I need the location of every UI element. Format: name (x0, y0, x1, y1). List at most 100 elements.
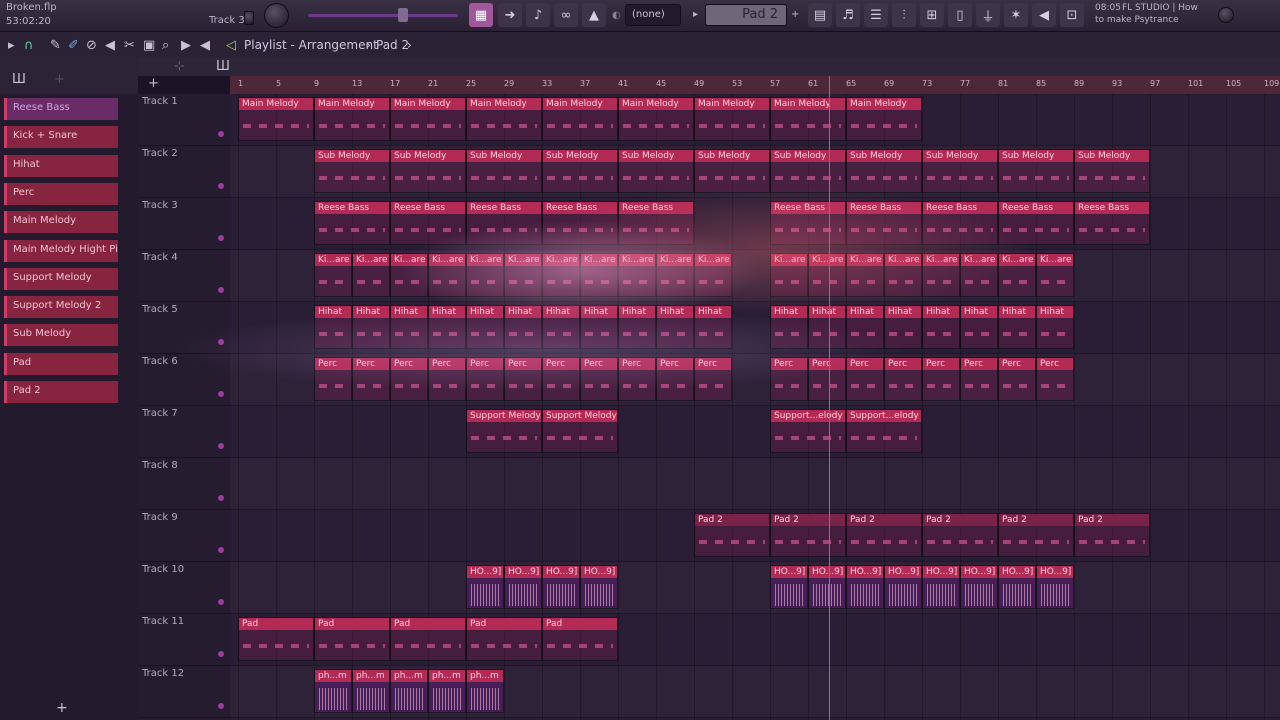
pattern-clip[interactable]: Sub Melody (998, 149, 1074, 193)
pattern-clip[interactable]: Perc (998, 357, 1036, 401)
pattern-clip[interactable]: Ki...are (770, 253, 808, 297)
pattern-clip[interactable]: Main Melody (314, 97, 390, 141)
pattern-clip[interactable]: HO...9] (580, 565, 618, 609)
pattern-clip[interactable]: Main Melody (390, 97, 466, 141)
timeline-ruler[interactable]: 1 5 9 13 17 21 25 29 33 37 41 45 49 53 57 61 65 69 73 77 81 8… (230, 76, 1280, 94)
add-icon[interactable]: + (56, 700, 68, 716)
pattern-clip[interactable]: Sub Melody (922, 149, 998, 193)
track-lane[interactable] (230, 406, 1280, 458)
pattern-clip[interactable]: Hihat (694, 305, 732, 349)
track-enable-led[interactable] (218, 599, 224, 605)
pattern-clip[interactable]: HO...9] (960, 565, 998, 609)
pattern-clip[interactable]: Perc (1036, 357, 1074, 401)
pattern-clip[interactable]: Ki...are (884, 253, 922, 297)
pattern-clip[interactable]: Pad 2 (694, 513, 770, 557)
pattern-clip[interactable]: Perc (466, 357, 504, 401)
track-header[interactable]: Track 9 (138, 510, 230, 562)
slice-icon[interactable]: ✂ (124, 38, 135, 53)
slide-tool-icon[interactable]: ♪ (526, 3, 550, 27)
track-header[interactable]: Track 10 (138, 562, 230, 614)
news-line-2[interactable]: to make Psytrance (1095, 15, 1179, 25)
step-edit-icon[interactable]: ➜ (498, 3, 522, 27)
pattern-clip[interactable]: Hihat (1036, 305, 1074, 349)
undo-icon[interactable]: ◐ (612, 10, 621, 21)
pattern-clip[interactable]: Hihat (960, 305, 998, 349)
plugin-icon[interactable]: ⏚ (976, 3, 1000, 27)
track-header[interactable]: Track 7 (138, 406, 230, 458)
browser-icon[interactable]: ⊞ (920, 3, 944, 27)
brush-icon[interactable]: ✐ (68, 38, 79, 53)
track-header[interactable]: Track 12 (138, 666, 230, 718)
pattern-clip[interactable]: Hihat (846, 305, 884, 349)
pattern-clip[interactable]: Main Melody (618, 97, 694, 141)
pattern-clip[interactable]: Pad 2 (922, 513, 998, 557)
track-enable-led[interactable] (218, 703, 224, 709)
pattern-clip[interactable]: Perc (694, 357, 732, 401)
pattern-clip[interactable]: Hihat (770, 305, 808, 349)
master-volume-knob[interactable] (264, 3, 289, 28)
pattern-clip[interactable]: Hihat (808, 305, 846, 349)
pattern-item[interactable]: Perc (4, 182, 118, 205)
pattern-clip[interactable]: Reese Bass (998, 201, 1074, 245)
track-header[interactable]: Track 2 (138, 146, 230, 198)
pattern-clip[interactable]: Main Melody (694, 97, 770, 141)
pattern-clip[interactable]: Pad (390, 617, 466, 661)
track-enable-led[interactable] (218, 131, 224, 137)
pattern-item[interactable]: Pad (4, 352, 118, 375)
add-track-icon[interactable]: + (148, 76, 159, 91)
pattern-clip[interactable]: HO...9] (504, 565, 542, 609)
pattern-clip[interactable]: Reese Bass (390, 201, 466, 245)
cart-icon[interactable]: ⊡ (1060, 3, 1084, 27)
typing-keyboard-icon[interactable]: ▦ (469, 3, 493, 27)
pattern-clip[interactable]: Pad (314, 617, 390, 661)
pattern-item[interactable]: Hihat (4, 154, 118, 177)
pattern-clip[interactable]: Hihat (504, 305, 542, 349)
wizard-icon[interactable]: ✶ (1004, 3, 1028, 27)
track-enable-led[interactable] (218, 443, 224, 449)
pattern-clip[interactable]: Main Melody (466, 97, 542, 141)
pattern-clip[interactable]: Hihat (466, 305, 504, 349)
pattern-clip[interactable]: Ki...are (428, 253, 466, 297)
speaker-icon[interactable]: ◀ (200, 38, 210, 53)
pattern-clip[interactable]: Pad (542, 617, 618, 661)
pattern-clip[interactable]: Hihat (922, 305, 960, 349)
pattern-clip[interactable]: HO...9] (846, 565, 884, 609)
pattern-clip[interactable]: Sub Melody (1074, 149, 1150, 193)
pattern-clip[interactable]: Ki...are (960, 253, 998, 297)
pattern-clip[interactable]: Ki...are (466, 253, 504, 297)
mixer-icon[interactable]: ⫶ (892, 3, 916, 27)
pattern-clip[interactable]: Perc (656, 357, 694, 401)
pattern-clip[interactable]: Hihat (428, 305, 466, 349)
track-lane[interactable] (230, 562, 1280, 614)
pattern-clip[interactable]: Sub Melody (846, 149, 922, 193)
pattern-clip[interactable]: Hihat (998, 305, 1036, 349)
pattern-clip[interactable]: Hihat (314, 305, 352, 349)
pattern-clip[interactable]: HO...9] (884, 565, 922, 609)
pattern-clip[interactable]: ph...m (466, 669, 504, 713)
pattern-clip[interactable]: Main Melody (238, 97, 314, 141)
pattern-clip[interactable]: HO...9] (770, 565, 808, 609)
metronome-icon[interactable]: ▲ (582, 3, 606, 27)
globe-icon[interactable] (1218, 7, 1234, 23)
pattern-clip[interactable]: Main Melody (770, 97, 846, 141)
pattern-clip[interactable]: Pad 2 (998, 513, 1074, 557)
track-lane[interactable] (230, 458, 1280, 510)
pattern-clip[interactable]: Hihat (390, 305, 428, 349)
pattern-clip[interactable]: Ki...are (808, 253, 846, 297)
pattern-clip[interactable]: Ki...are (618, 253, 656, 297)
snap-icon[interactable]: ⊹ (174, 59, 185, 74)
master-pitch-slider[interactable] (308, 14, 458, 17)
pattern-clip[interactable]: Support...elody 2 (770, 409, 846, 453)
pattern-clip[interactable]: Sub Melody (542, 149, 618, 193)
track-header[interactable]: Track 5 (138, 302, 230, 354)
pattern-clip[interactable]: Perc (314, 357, 352, 401)
track-header[interactable]: Track 11 (138, 614, 230, 666)
pattern-clip[interactable]: Perc (884, 357, 922, 401)
pattern-clip[interactable]: Pad 2 (846, 513, 922, 557)
pattern-clip[interactable]: HO...9] (808, 565, 846, 609)
pattern-clip[interactable]: Ki...are (352, 253, 390, 297)
pattern-clip[interactable]: Reese Bass (770, 201, 846, 245)
pattern-clip[interactable]: Sub Melody (694, 149, 770, 193)
pattern-clip[interactable]: Perc (808, 357, 846, 401)
playhead[interactable] (829, 76, 830, 720)
